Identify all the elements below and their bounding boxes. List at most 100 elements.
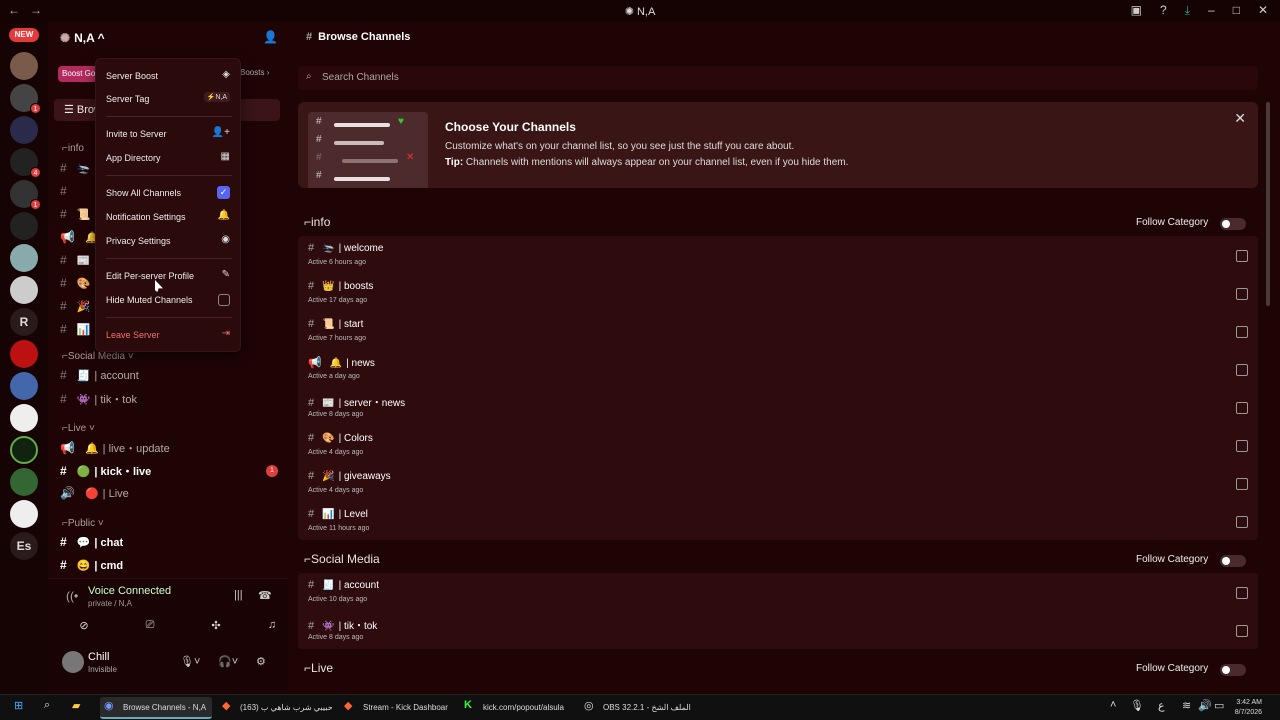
channel-item[interactable]: # 🎨	[60, 276, 94, 290]
server-icon[interactable]: 4	[10, 148, 41, 178]
channel-item[interactable]: # 📰	[60, 253, 94, 267]
headphones-icon[interactable]: 🎧˅	[218, 655, 238, 668]
search-input[interactable]: ⌕ Search Channels	[298, 66, 1258, 90]
wifi-icon[interactable]: ≋	[1182, 699, 1191, 712]
close-icon[interactable]: ✕	[1234, 110, 1246, 127]
channel-row[interactable]: # 🧾 | account Active 10 days ago	[298, 573, 1258, 611]
follow-category-toggle[interactable]	[1220, 664, 1246, 676]
channel-checkbox[interactable]	[1236, 440, 1248, 452]
channel-checkbox[interactable]	[1236, 587, 1248, 599]
voice-connected-label[interactable]: Voice Connected	[88, 585, 171, 597]
checkbox-empty-icon[interactable]	[218, 294, 230, 306]
volume-icon[interactable]: 🔊	[1198, 699, 1212, 712]
voice-channel-live[interactable]: 🔊 🔴 | Live	[60, 486, 129, 500]
microphone-icon[interactable]: 🎙	[1130, 699, 1144, 712]
server-icon[interactable]	[10, 116, 38, 144]
microphone-icon[interactable]: 🎙˅	[180, 655, 200, 668]
menu-item-privacy-settings[interactable]: Privacy Settings ◉	[106, 234, 232, 246]
settings-gear-icon[interactable]: ⚙	[256, 655, 266, 668]
category-live[interactable]: ⌐Live ˅	[62, 423, 95, 434]
server-icon[interactable]	[10, 468, 38, 496]
channel-row[interactable]: # 🎨 | Colors Active 4 days ago	[298, 426, 1258, 464]
server-icon[interactable]: R	[10, 308, 38, 336]
maximize-button[interactable]: □	[1233, 3, 1240, 17]
taskbar-item-discord[interactable]: Browse Channels - N,A	[123, 703, 206, 712]
channel-item[interactable]: # 📊	[60, 322, 94, 336]
taskbar-item-brave-1[interactable]: (163) حبيبي شرب شاهي ب	[240, 703, 332, 712]
boosts-link[interactable]: Boosts ›	[240, 68, 269, 77]
server-icon[interactable]: Es	[10, 532, 38, 560]
windows-start-icon[interactable]: ⊞	[14, 699, 23, 712]
server-icon[interactable]	[10, 404, 38, 432]
server-icon[interactable]	[10, 52, 38, 80]
chevron-up-icon[interactable]: ˄	[1110, 699, 1116, 711]
taskbar-item-obs[interactable]: OBS 32.2.1 - الملف الشخ	[603, 703, 703, 712]
menu-item-server-boost[interactable]: Server Boost ◈	[106, 69, 232, 81]
minimize-button[interactable]: –	[1208, 3, 1215, 17]
channel-checkbox[interactable]	[1236, 250, 1248, 262]
channel-row[interactable]: # 🎉 | giveaways Active 4 days ago	[298, 464, 1258, 502]
channel-row[interactable]: # 👑 | boosts Active 17 days ago	[298, 274, 1258, 312]
scrollbar[interactable]	[1266, 102, 1270, 306]
download-icon[interactable]: ⤓	[1185, 3, 1190, 17]
disconnect-icon[interactable]: ☎	[258, 589, 272, 602]
help-icon[interactable]: ?	[1160, 3, 1167, 17]
channel-item-kick-live[interactable]: # 🟢 | kick・live	[60, 463, 151, 479]
menu-item-edit-profile[interactable]: Edit Per-server Profile ✎	[106, 269, 232, 281]
server-icon[interactable]	[10, 436, 38, 464]
username[interactable]: Chill	[88, 651, 109, 663]
server-icon[interactable]	[10, 212, 38, 240]
inbox-icon[interactable]: ▣	[1131, 3, 1142, 17]
screen-share-icon[interactable]: ⎚	[130, 619, 170, 632]
channel-item[interactable]: # 🛬	[60, 161, 94, 175]
server-header[interactable]: ✺ N,A ^	[60, 31, 105, 45]
close-window-button[interactable]: ✕	[1258, 3, 1268, 17]
channel-row[interactable]: # 👾 | tik・tok Active 8 days ago	[298, 611, 1258, 649]
channel-item-cmd[interactable]: # 😄 | cmd	[60, 558, 123, 572]
channel-checkbox[interactable]	[1236, 288, 1248, 300]
folder-icon[interactable]: ▰	[72, 699, 80, 712]
soundboard-icon[interactable]: ♫	[262, 619, 282, 631]
channel-row[interactable]: # 📰 | server・news Active 8 days ago	[298, 388, 1258, 426]
menu-item-invite[interactable]: Invite to Server 👤+	[106, 127, 232, 139]
channel-item[interactable]: # 🎉	[60, 299, 94, 313]
menu-item-notification-settings[interactable]: Notification Settings 🔔	[106, 210, 232, 222]
avatar[interactable]	[62, 651, 84, 673]
menu-item-app-directory[interactable]: App Directory ▦	[106, 151, 232, 163]
activities-icon[interactable]: ✣	[196, 619, 236, 632]
menu-item-hide-muted[interactable]: Hide Muted Channels	[106, 294, 232, 306]
category-public[interactable]: ⌐Public ˅	[62, 518, 104, 529]
server-icon[interactable]	[10, 244, 38, 272]
taskbar-item-kick[interactable]: kick.com/popout/alsula	[483, 703, 575, 712]
channel-item-account[interactable]: # 🧾 | account	[60, 368, 139, 382]
follow-category-toggle[interactable]	[1220, 555, 1246, 567]
add-member-icon[interactable]: 👤	[263, 30, 278, 44]
follow-category-toggle[interactable]	[1220, 218, 1246, 230]
language-indicator[interactable]: ع	[1158, 699, 1165, 712]
voice-location[interactable]: private / N,A	[88, 599, 132, 608]
noise-suppression-icon[interactable]: |||	[234, 589, 243, 601]
menu-item-show-all-channels[interactable]: Show All Channels ✓	[106, 186, 232, 199]
menu-item-server-tag[interactable]: Server Tag ⚡N,A	[106, 92, 232, 104]
channel-item[interactable]: #	[60, 184, 77, 198]
channel-checkbox[interactable]	[1236, 364, 1248, 376]
clock[interactable]: 3:42 AM 8/7/2026	[1235, 698, 1262, 718]
taskbar-item-brave-2[interactable]: Stream - Kick Dashboar	[363, 703, 455, 712]
channel-row[interactable]: # 📜 | start Active 7 hours ago	[298, 312, 1258, 350]
server-icon[interactable]	[10, 500, 38, 528]
boost-goal-bar[interactable]: Boost Go	[58, 66, 100, 82]
channel-checkbox[interactable]	[1236, 478, 1248, 490]
channel-item-tiktok[interactable]: # 👾 | tik・tok	[60, 391, 137, 407]
category-info[interactable]: ⌐info	[62, 143, 84, 154]
channel-item[interactable]: # 📜	[60, 207, 94, 221]
channel-item-live-update[interactable]: 📢 🔔 | live・update	[60, 440, 170, 456]
server-icon[interactable]	[10, 372, 38, 400]
category-social-media[interactable]: ⌐Social Media ˅	[62, 351, 134, 362]
channel-checkbox[interactable]	[1236, 625, 1248, 637]
server-icon[interactable]	[10, 340, 38, 368]
new-badge[interactable]: NEW	[9, 28, 39, 42]
camera-off-icon[interactable]: ⊘	[64, 619, 104, 632]
channel-row[interactable]: # 🛬 | welcome Active 6 hours ago	[298, 236, 1258, 274]
channel-item-chat[interactable]: # 💬 | chat	[60, 535, 123, 549]
server-icon[interactable]: 1	[10, 84, 41, 114]
